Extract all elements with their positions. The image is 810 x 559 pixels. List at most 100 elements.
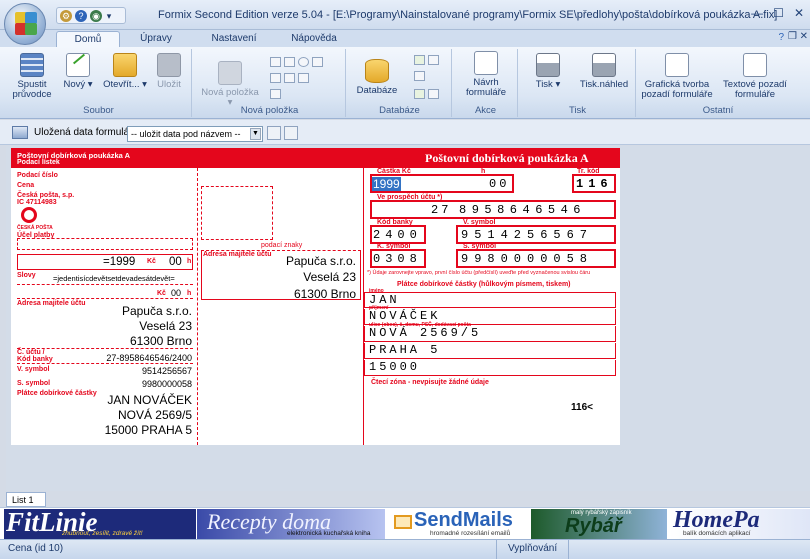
slovy-value[interactable]: =jedentisícdevětsetdevadesátdevět= (53, 274, 175, 283)
ucet-value[interactable]: 27-8958646546/2400 (106, 353, 192, 363)
form-canvas: Poštovní dobírková poukázka A Podací lís… (6, 146, 810, 491)
adresa-line-2[interactable]: Veselá 23 (139, 319, 192, 333)
nova-polozka-button[interactable]: Nová položka ▾ (198, 61, 262, 108)
ucet-number-value: 8958646546 (459, 203, 587, 217)
print-preview-icon (592, 53, 616, 77)
ad-homepa[interactable]: HomePa balík domácích aplikací (669, 509, 810, 539)
s-symbol-value[interactable]: 9980000058 (142, 379, 192, 389)
platce-line-3[interactable]: 15000 PRAHA 5 (105, 423, 192, 437)
podaci-znaky-field (201, 186, 273, 240)
group-ostatni: Grafická tvorba pozadí formuláře Textové… (638, 49, 798, 117)
cteci-zona-label: Čtecí zóna - nevpisujte žádné údaje (371, 379, 489, 386)
platce-row-3[interactable]: NOVÁ 2569/5 (364, 326, 616, 342)
new-document-icon (66, 53, 90, 77)
ribbon-help-icon[interactable]: ? (778, 32, 784, 43)
ucel-platby-field[interactable] (17, 238, 193, 250)
db-edit-icon[interactable] (428, 55, 439, 65)
ad-fitlinie[interactable]: FitLinie zhubnout, zesílit, zdravě žít! (4, 509, 196, 539)
navrh-formulare-button[interactable]: Návrh formuláře (458, 51, 514, 98)
tab-upravy[interactable]: Úpravy (126, 31, 186, 47)
db-chart-icon[interactable] (428, 89, 439, 99)
databaze-button[interactable]: Databáze (354, 59, 400, 96)
quick-access-toolbar[interactable]: ⚙ ? ◉ ▾ (56, 7, 126, 24)
middle-address-1: Papuča s.r.o. (285, 254, 356, 268)
castka-value[interactable]: 1999 (372, 177, 401, 191)
textove-pozadi-button[interactable]: Textové pozadí formuláře (718, 53, 792, 100)
v-symbol-value-2: 9514256567 (461, 228, 594, 242)
tab-domu[interactable]: Domů (56, 31, 120, 47)
help-icon[interactable]: ? (75, 9, 87, 22)
label-podaci-cislo: Podací číslo (17, 172, 58, 179)
h-left-value[interactable]: 00 (171, 288, 181, 298)
saved-data-icon (12, 126, 28, 139)
platce-row-4[interactable]: PRAHA 5 (364, 343, 616, 359)
postal-order-form[interactable]: Poštovní dobírková poukázka A Podací lís… (11, 148, 620, 445)
status-left: Cena (id 10) (8, 543, 64, 554)
label-h: h (187, 258, 192, 265)
platce-row-5[interactable]: 15000 (364, 360, 616, 376)
minimize-button[interactable]: — (751, 6, 763, 20)
tools-icon[interactable]: ⚙ (60, 9, 72, 22)
label-s-symbol: S. symbol (17, 380, 51, 387)
align-icon[interactable] (270, 57, 281, 67)
label-cislo-uctu: Č. účtu / Kód banky (17, 349, 53, 363)
db-filter-icon[interactable] (414, 89, 425, 99)
db-table-icon[interactable] (414, 71, 425, 81)
group-label: Databáze (379, 105, 420, 116)
label-podaci-znaky: podací znaky (261, 242, 303, 249)
saved-data-select[interactable]: -- uložit data pod názvem -- ▼ (127, 126, 263, 142)
group-label: Akce (474, 105, 497, 116)
ad-sendmails[interactable]: SendMails hromadné rozesílání emailů (390, 509, 528, 539)
sheet-tab[interactable]: List 1 (6, 492, 46, 507)
tab-napoveda[interactable]: Nápověda (282, 31, 346, 47)
header-right-title: Poštovní dobírková poukázka A (425, 151, 589, 165)
tisk-nahled-button[interactable]: Tisk.náhled (576, 53, 632, 90)
group-label: Soubor (83, 105, 114, 116)
label-cena: Cena (17, 182, 35, 189)
spustit-pruvodce-button[interactable]: Spustit průvodce (10, 53, 54, 100)
globe-icon[interactable]: ◉ (90, 9, 102, 22)
chevron-down-icon[interactable]: ▾ (105, 10, 113, 22)
platce-line-2[interactable]: NOVÁ 2569/5 (118, 408, 192, 422)
text-background-icon (743, 53, 767, 77)
group-label: Nová položka (240, 105, 299, 116)
ulozit-button[interactable]: Uložit (150, 53, 188, 90)
close-document-icon[interactable]: ✕ (800, 31, 808, 42)
delete-icon[interactable] (284, 57, 295, 67)
text-icon[interactable] (270, 73, 281, 83)
image-icon[interactable] (284, 73, 295, 83)
platce-row-1[interactable]: JAN (364, 292, 616, 308)
otevrit-button[interactable]: Otevřít... ▾ (102, 53, 148, 90)
status-mid: Vyplňování (508, 543, 558, 554)
header-left-subtitle: Podací lístek (17, 159, 60, 166)
label-ic: IC 47114983 (17, 199, 57, 206)
ribbon-tabs: Domů Úpravy Nastavení Nápověda ? ❐ ✕ (0, 30, 810, 47)
circle-icon[interactable] (298, 57, 309, 67)
adresa-line-1[interactable]: Papuča s.r.o. (122, 304, 192, 318)
close-button[interactable]: ✕ (794, 6, 804, 20)
form-design-icon (474, 51, 498, 75)
platce-line-1[interactable]: JAN NOVÁČEK (107, 393, 192, 407)
novy-button[interactable]: Nový ▾ (58, 53, 98, 90)
app-menu-orb[interactable] (4, 3, 46, 45)
ad-recepty-doma[interactable]: Recepty doma elektronická kuchařská knih… (197, 509, 385, 539)
graficka-tvorba-button[interactable]: Grafická tvorba pozadí formuláře (640, 53, 714, 100)
load-data-icon[interactable] (284, 126, 298, 140)
v-symbol-value[interactable]: 9514256567 (142, 366, 192, 376)
barcode-icon[interactable] (270, 89, 281, 99)
save-icon (157, 53, 181, 77)
graphic-background-icon (665, 53, 689, 77)
table-icon[interactable] (298, 73, 309, 83)
rect-icon[interactable] (312, 57, 323, 67)
chevron-down-icon[interactable]: ▼ (250, 128, 261, 140)
label-kc-2: Kč (157, 290, 166, 297)
adresa-line-3[interactable]: 61300 Brno (130, 334, 192, 348)
tab-nastaveni[interactable]: Nastavení (202, 31, 266, 47)
tisk-button[interactable]: Tisk ▾ (528, 53, 568, 90)
label-kc: Kč (147, 258, 156, 265)
restore-icon[interactable]: ❐ (788, 31, 797, 42)
maximize-button[interactable]: ☐ (773, 6, 784, 20)
ad-rybar[interactable]: malý rybářský zápisník Rybář (531, 509, 667, 539)
db-add-icon[interactable] (414, 55, 425, 65)
save-data-icon[interactable] (267, 126, 281, 140)
